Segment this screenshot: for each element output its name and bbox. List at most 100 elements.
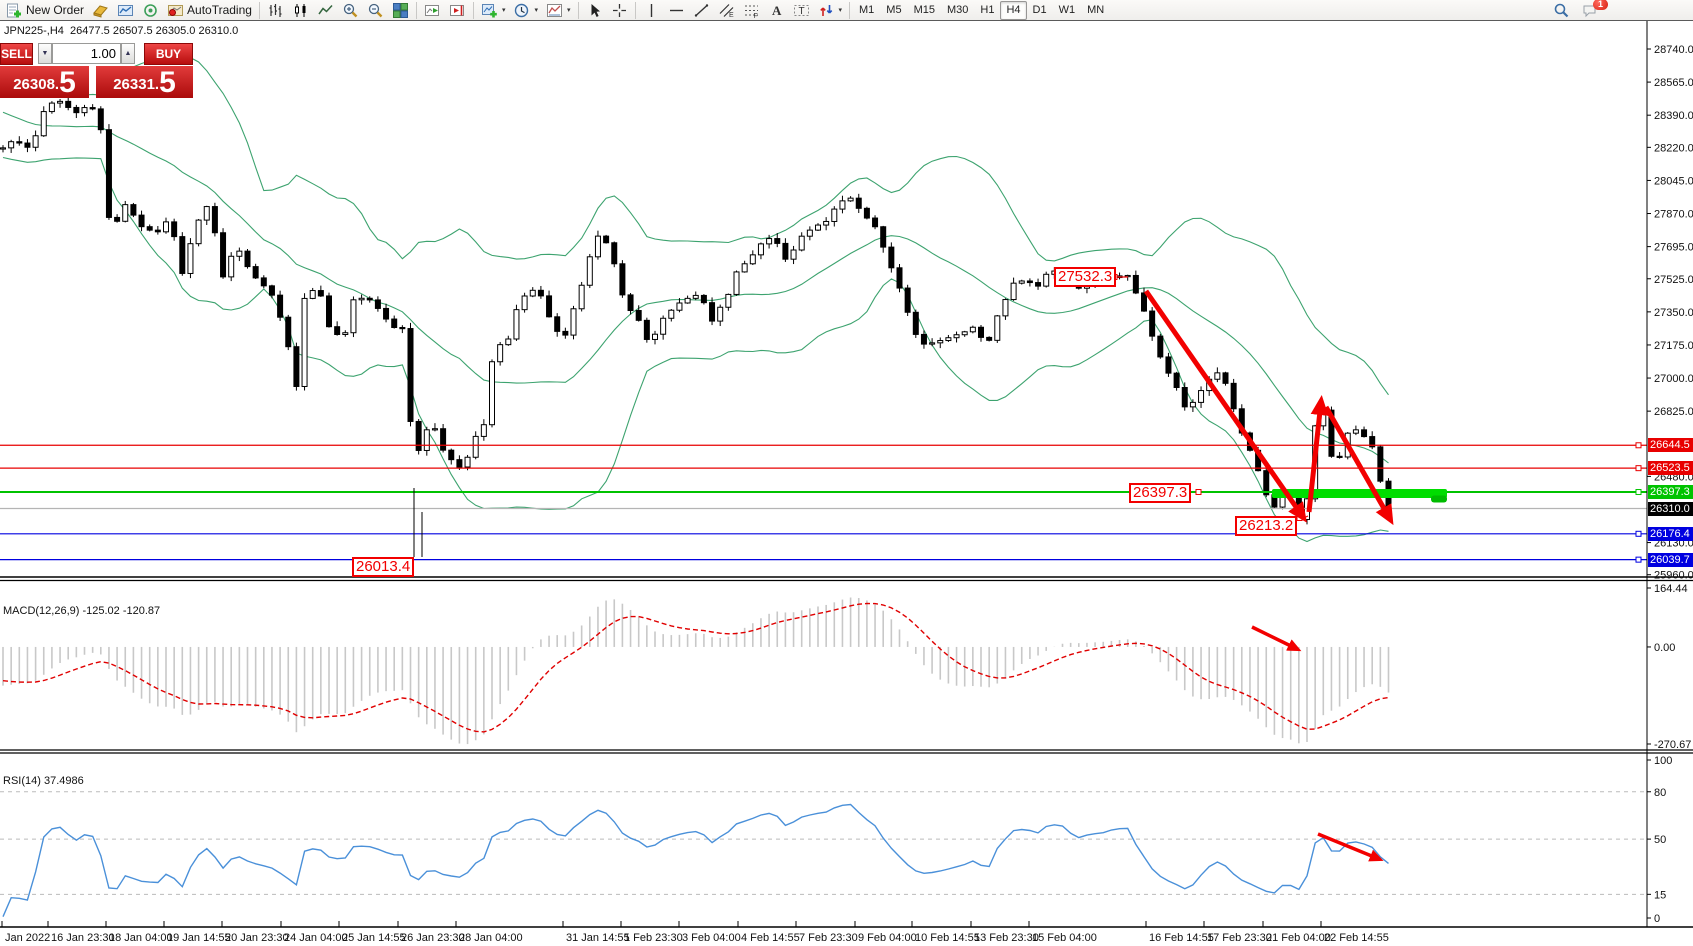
- candle-body: [1027, 281, 1032, 283]
- candle-body: [400, 327, 405, 328]
- signals-button[interactable]: [138, 0, 163, 21]
- fibonacci-button[interactable]: F: [739, 0, 764, 21]
- vertical-line-button[interactable]: [639, 0, 664, 21]
- channel-button[interactable]: E: [714, 0, 739, 21]
- x-axis-label: 4 Feb 14:55: [741, 932, 800, 944]
- candle-body: [1174, 373, 1179, 387]
- timeframe-button-m1[interactable]: M1: [853, 1, 880, 20]
- candle-body: [791, 250, 796, 259]
- level-line-handle[interactable]: [1636, 443, 1641, 448]
- candle-body: [498, 345, 503, 362]
- price-callout-26213.2[interactable]: 26213.2: [1235, 516, 1297, 536]
- timeframe-button-m30[interactable]: M30: [941, 1, 974, 20]
- timeframe-button-m15[interactable]: M15: [908, 1, 941, 20]
- price-tag-26644.5: 26644.5: [1648, 438, 1693, 452]
- arrows-icon: [818, 2, 835, 19]
- candle-body: [1337, 456, 1342, 457]
- level-line-handle[interactable]: [1636, 466, 1641, 471]
- candle-body: [587, 257, 592, 285]
- timeframe-button-m5[interactable]: M5: [880, 1, 907, 20]
- line-chart-button[interactable]: [313, 0, 338, 21]
- sell-price[interactable]: 26308.5: [0, 66, 89, 98]
- candle-body: [824, 221, 829, 225]
- cursor-button[interactable]: [582, 0, 607, 21]
- svg-text:F: F: [753, 13, 757, 19]
- candle-body: [946, 338, 951, 341]
- level-line-handle[interactable]: [1636, 490, 1641, 495]
- candle-body: [229, 256, 234, 277]
- candle-body: [351, 300, 356, 333]
- support-zone-marker-tail: [1431, 496, 1447, 503]
- macd-axis-label: 0.00: [1654, 642, 1675, 654]
- tile-windows-button[interactable]: [388, 0, 413, 21]
- buy-button[interactable]: BUY: [144, 43, 193, 65]
- timeframe-button-h1[interactable]: H1: [974, 1, 1000, 20]
- chart-area[interactable]: 28740.028565.028390.028220.028045.027870…: [0, 21, 1693, 946]
- candle-body: [1133, 275, 1138, 292]
- candle-body: [375, 300, 380, 309]
- candle-body: [441, 429, 446, 450]
- trendline-button[interactable]: [689, 0, 714, 21]
- timeframe-button-w1[interactable]: W1: [1053, 1, 1082, 20]
- new-chart-button[interactable]: ▾: [477, 0, 510, 21]
- auto-scroll-icon: [424, 2, 441, 19]
- price-tag-26039.7: 26039.7: [1648, 553, 1693, 567]
- toolbar-separator: [416, 2, 417, 19]
- profiles-icon: [513, 2, 530, 19]
- zoom-out-button[interactable]: [363, 0, 388, 21]
- search-button[interactable]: [1549, 0, 1574, 21]
- timeframe-button-h4[interactable]: H4: [1000, 1, 1026, 20]
- candle-body: [718, 307, 723, 321]
- x-axis-label: 21 Feb 04:00: [1266, 932, 1331, 944]
- price-callout-26397.3[interactable]: 26397.3: [1129, 483, 1191, 503]
- arrows-button[interactable]: ▾: [814, 0, 847, 21]
- support-zone-marker[interactable]: [1272, 489, 1447, 498]
- horizontal-line-button[interactable]: [664, 0, 689, 21]
- rsi-axis-label: 80: [1654, 787, 1666, 799]
- candle-body: [490, 362, 495, 425]
- candle-body: [954, 335, 959, 338]
- candle-body: [147, 227, 152, 230]
- vertical-line-icon: [643, 2, 660, 19]
- y-axis-tick-label: 28390.0: [1654, 110, 1693, 122]
- candle-body: [710, 303, 715, 321]
- market-watch-button[interactable]: [113, 0, 138, 21]
- new-order-button[interactable]: New Order: [2, 0, 88, 21]
- text-button[interactable]: A: [764, 0, 789, 21]
- bar-chart-button[interactable]: [263, 0, 288, 21]
- zoom-in-button[interactable]: [338, 0, 363, 21]
- level-line-handle[interactable]: [1636, 531, 1641, 536]
- toolbar-separator: [473, 2, 474, 19]
- candle-body: [49, 103, 54, 111]
- candle-body: [750, 255, 755, 264]
- volume-increment-button[interactable]: ▲: [121, 43, 135, 64]
- toolbar: New OrderAutoTrading▾▾▾EFAT▾M1M5M15M30H1…: [0, 0, 1693, 21]
- crosshair-button[interactable]: [607, 0, 632, 21]
- notifications-button[interactable]: 1: [1578, 0, 1603, 21]
- candlestick-button[interactable]: [288, 0, 313, 21]
- templates-button[interactable]: ▾: [542, 0, 575, 21]
- macd-label: MACD(12,26,9) -125.02 -120.87: [3, 605, 160, 617]
- sell-price-main: 26308.: [13, 73, 59, 97]
- price-callout-27532.3[interactable]: 27532.3: [1054, 267, 1116, 287]
- candle-body: [221, 233, 226, 277]
- text-label-button[interactable]: T: [789, 0, 814, 21]
- metaeditor-button[interactable]: [88, 0, 113, 21]
- timeframe-button-d1[interactable]: D1: [1027, 1, 1053, 20]
- volume-decrement-button[interactable]: ▼: [38, 43, 52, 64]
- mt4-window: New OrderAutoTrading▾▾▾EFAT▾M1M5M15M30H1…: [0, 0, 1693, 946]
- profiles-button[interactable]: ▾: [509, 0, 542, 21]
- buy-price[interactable]: 26331.5: [96, 66, 193, 98]
- autotrading-button[interactable]: AutoTrading: [163, 0, 256, 21]
- price-callout-26013.4[interactable]: 26013.4: [352, 557, 414, 577]
- fibonacci-icon: F: [743, 2, 760, 19]
- level-line-handle[interactable]: [1636, 557, 1641, 562]
- auto-scroll-button[interactable]: [420, 0, 445, 21]
- volume-input[interactable]: [52, 43, 121, 64]
- chart-canvas[interactable]: 28740.028565.028390.028220.028045.027870…: [0, 21, 1693, 946]
- sell-button[interactable]: SELL: [0, 43, 33, 65]
- timeframe-button-mn[interactable]: MN: [1081, 1, 1110, 20]
- candle-body: [612, 243, 617, 264]
- chart-shift-button[interactable]: [445, 0, 470, 21]
- candle-body: [294, 347, 299, 387]
